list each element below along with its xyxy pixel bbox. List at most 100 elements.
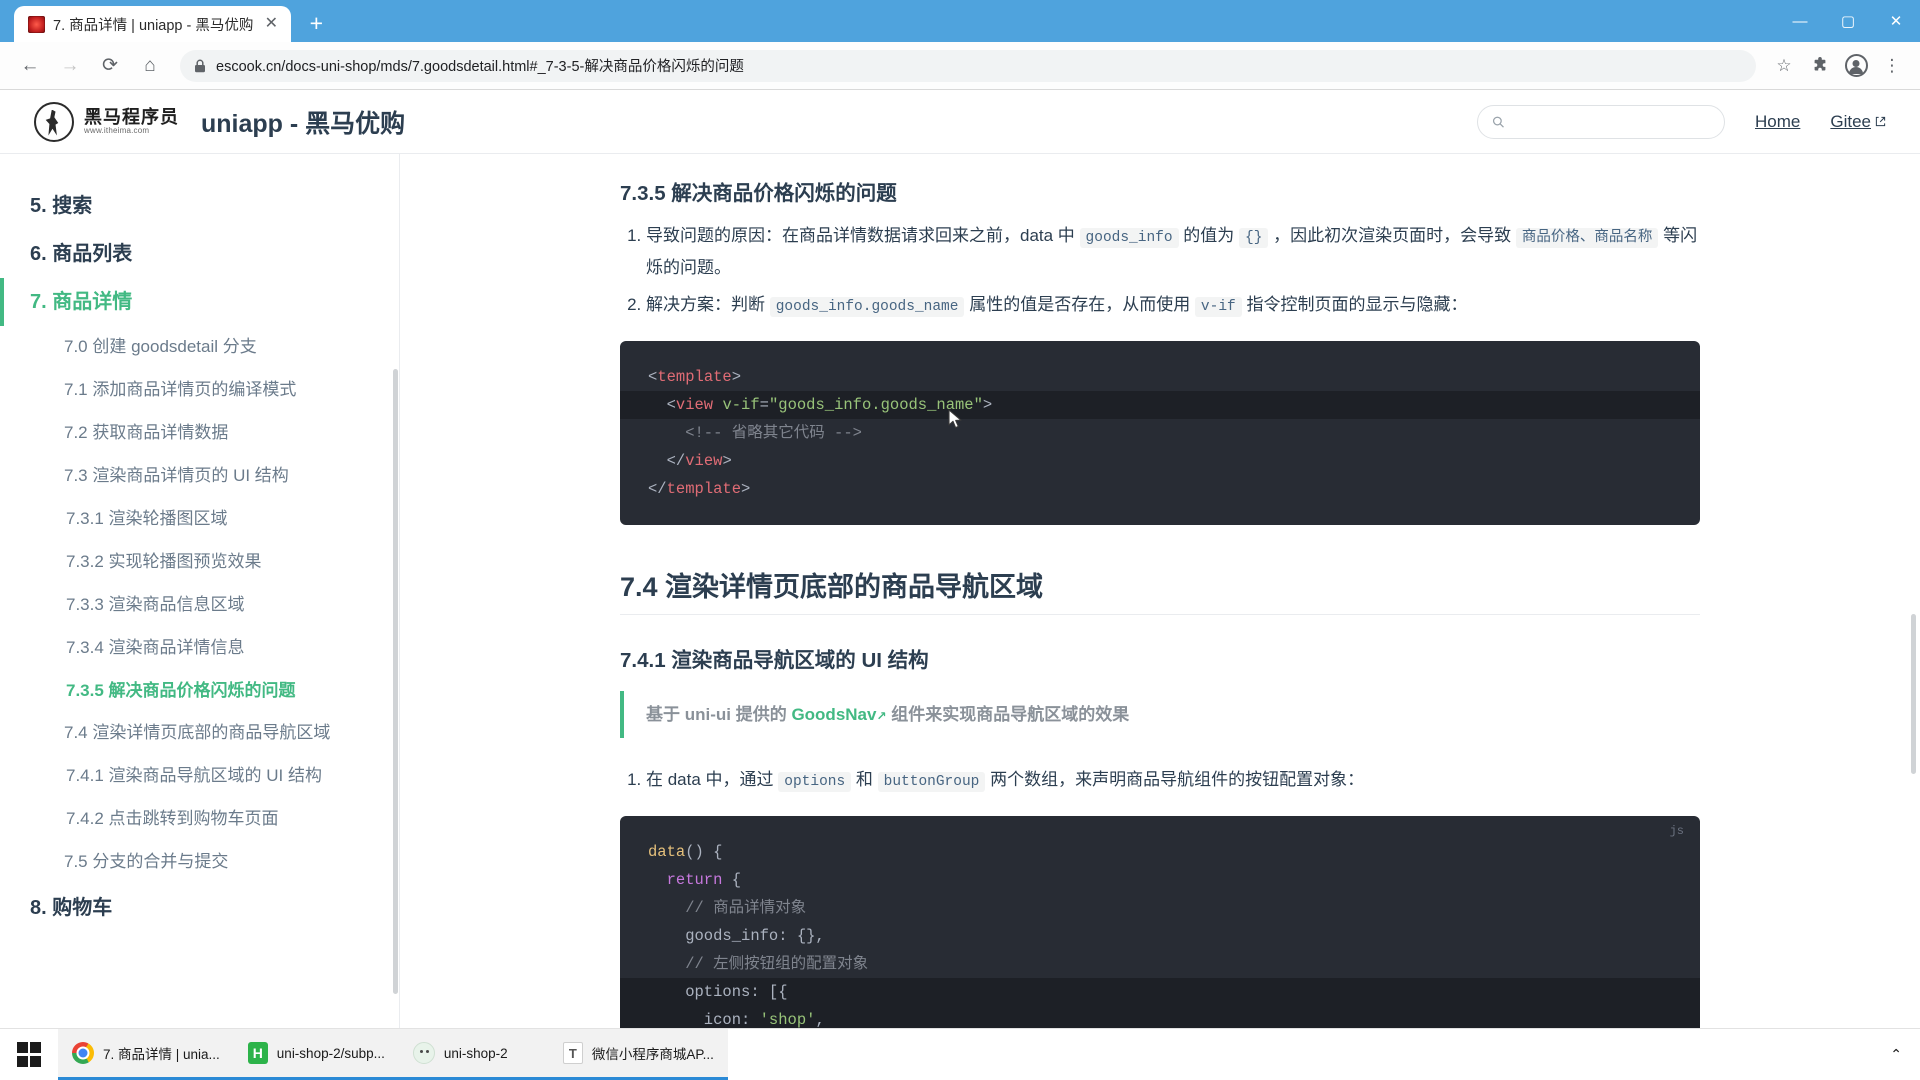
- browser-menu-icon[interactable]: ⋮: [1876, 50, 1908, 82]
- taskbar-label-wechat: uni-shop-2: [443, 1045, 508, 1061]
- address-bar[interactable]: escook.cn/docs-uni-shop/mds/7.goodsdetai…: [180, 49, 1756, 82]
- code-lang-label-js: js: [1669, 824, 1684, 839]
- code-token: </: [648, 480, 667, 499]
- code-token: // 商品详情对象: [648, 899, 807, 918]
- system-tray[interactable]: ⌃: [1890, 1029, 1920, 1080]
- tip-blockquote: 基于 uni-ui 提供的 GoodsNav↗ 组件来实现商品导航区域的效果: [620, 691, 1700, 739]
- sidebar-item-7-3-1[interactable]: 7.3.1 渲染轮播图区域: [0, 498, 399, 541]
- maximize-icon[interactable]: ▢: [1824, 0, 1872, 42]
- new-tab-button[interactable]: +: [301, 8, 331, 38]
- extensions-icon[interactable]: [1804, 50, 1836, 82]
- code-line: data() {: [620, 838, 1700, 866]
- code-line: <!-- 省略其它代码 -->: [620, 419, 1700, 447]
- taskbar-item-hbuilder[interactable]: H uni-shop-2/subp...: [233, 1029, 399, 1080]
- goodsnav-link[interactable]: GoodsNav↗: [791, 705, 886, 724]
- code-line: icon: 'shop',: [620, 1006, 1700, 1028]
- minimize-icon[interactable]: —: [1776, 0, 1824, 42]
- sidebar-item-7[interactable]: 7. 商品详情: [0, 278, 399, 326]
- itheima-logo-icon: [34, 101, 74, 142]
- main-content: 7.3.5 解决商品价格闪烁的问题 导致问题的原因：在商品详情数据请求回来之前，…: [400, 154, 1920, 1028]
- inline-code: 商品价格、商品名称: [1515, 228, 1659, 248]
- search-box[interactable]: [1477, 104, 1725, 139]
- nav-link-home[interactable]: Home: [1755, 112, 1800, 132]
- code-token: >: [741, 480, 751, 499]
- list-7-4-1: 在 data 中，通过 options 和 buttonGroup 两个数组，来…: [620, 764, 1700, 796]
- logo-text-cn: 黑马程序员: [84, 106, 179, 127]
- code-token: {: [722, 871, 742, 890]
- code-token: >: [722, 452, 732, 471]
- profile-avatar-icon[interactable]: [1840, 50, 1872, 82]
- windows-logo-icon: [16, 1042, 42, 1067]
- code-line: options: [{: [620, 978, 1700, 1007]
- content-scrollbar[interactable]: [1911, 614, 1916, 774]
- close-tab-icon[interactable]: ✕: [261, 16, 281, 32]
- list-item: 解决方案：判断 goods_info.goods_name 属性的值是否存在，从…: [646, 289, 1700, 321]
- external-link-icon: [1875, 116, 1886, 127]
- page-viewport: 黑马程序员 www.itheima.com uniapp - 黑马优购 Home…: [0, 90, 1920, 1028]
- forward-icon[interactable]: →: [52, 48, 88, 84]
- back-icon[interactable]: ←: [12, 48, 48, 84]
- taskbar-item-chrome[interactable]: 7. 商品详情 | unia...: [58, 1029, 234, 1080]
- chrome-icon: [72, 1042, 94, 1064]
- code-token: <!-- 省略其它代码 -->: [648, 424, 862, 443]
- taskbar-item-typora[interactable]: T 微信小程序商城AP...: [548, 1029, 728, 1080]
- taskbar-item-wechat-devtools[interactable]: uni-shop-2: [398, 1029, 549, 1080]
- site-logo[interactable]: 黑马程序员 www.itheima.com: [34, 101, 179, 142]
- nav-link-gitee[interactable]: Gitee: [1830, 112, 1886, 132]
- reload-icon[interactable]: ⟳: [92, 48, 128, 84]
- sidebar-item-7-3-5[interactable]: 7.3.5 解决商品价格闪烁的问题: [0, 670, 399, 713]
- sidebar-item-8[interactable]: 8. 购物车: [0, 884, 399, 932]
- sidebar-item-7-2[interactable]: 7.2 获取商品详情数据: [0, 412, 399, 455]
- sidebar-item-5[interactable]: 5. 搜索: [0, 182, 399, 230]
- header-nav: Home Gitee: [1477, 104, 1886, 139]
- sidebar-item-7-4-1[interactable]: 7.4.1 渲染商品导航区域的 UI 结构: [0, 755, 399, 798]
- tab-title: 7. 商品详情 | uniapp - 黑马优购: [53, 17, 254, 34]
- sidebar-item-7-5[interactable]: 7.5 分支的合并与提交: [0, 841, 399, 884]
- code-line: <template>: [620, 363, 1700, 391]
- close-window-icon[interactable]: ✕: [1872, 0, 1920, 42]
- code-token: v-if: [722, 396, 760, 415]
- sidebar-item-7-0[interactable]: 7.0 创建 goodsdetail 分支: [0, 326, 399, 369]
- external-link-icon: ↗: [876, 709, 887, 724]
- site-title: uniapp - 黑马优购: [201, 109, 406, 138]
- search-input[interactable]: [1512, 114, 1710, 129]
- browser-tab[interactable]: 7. 商品详情 | uniapp - 黑马优购 ✕: [14, 6, 292, 42]
- sidebar-item-7-4-2[interactable]: 7.4.2 点击跳转到购物车页面: [0, 798, 399, 841]
- bookmark-star-icon[interactable]: ☆: [1768, 50, 1800, 82]
- goodsnav-link-label: GoodsNav: [791, 705, 877, 725]
- code-line: goods_info: {},: [620, 922, 1700, 950]
- sidebar-item-7-1[interactable]: 7.1 添加商品详情页的编译模式: [0, 369, 399, 412]
- inline-code: buttonGroup: [877, 772, 986, 793]
- sidebar-item-6[interactable]: 6. 商品列表: [0, 230, 399, 278]
- sidebar-item-7-4[interactable]: 7.4 渲染详情页底部的商品导航区域: [0, 712, 399, 755]
- home-icon[interactable]: ⌂: [132, 48, 168, 84]
- code-token: icon:: [648, 1011, 760, 1028]
- code-token: view: [685, 452, 723, 471]
- sidebar-item-7-3-4[interactable]: 7.3.4 渲染商品详情信息: [0, 627, 399, 670]
- page-body: 5. 搜索 6. 商品列表 7. 商品详情 7.0 创建 goodsdetail…: [0, 154, 1920, 1028]
- code-token: >: [982, 396, 993, 415]
- code-block-js: js data() { return { // 商品详情对象 goods_inf…: [620, 816, 1700, 1028]
- sidebar-nav: 5. 搜索 6. 商品列表 7. 商品详情 7.0 创建 goodsdetail…: [0, 154, 400, 1028]
- list-7-3-5: 导致问题的原因：在商品详情数据请求回来之前，data 中 goods_info …: [620, 220, 1700, 321]
- heading-7-4-1: 7.4.1 渲染商品导航区域的 UI 结构: [620, 649, 929, 673]
- sidebar-item-7-3-3[interactable]: 7.3.3 渲染商品信息区域: [0, 584, 399, 627]
- code-token: <: [648, 396, 676, 415]
- sidebar-scrollbar[interactable]: [393, 369, 398, 994]
- inline-code: options: [778, 772, 852, 793]
- heading-7-3-5: 7.3.5 解决商品价格闪烁的问题: [620, 182, 897, 205]
- site-header: 黑马程序员 www.itheima.com uniapp - 黑马优购 Home…: [0, 90, 1920, 154]
- start-button[interactable]: [0, 1029, 58, 1080]
- code-line: </view>: [620, 447, 1700, 475]
- tray-caret-icon[interactable]: ⌃: [1890, 1046, 1902, 1063]
- code-line: // 左侧按钮组的配置对象: [620, 950, 1700, 978]
- windows-taskbar: 7. 商品详情 | unia... H uni-shop-2/subp... u…: [0, 1028, 1920, 1080]
- code-token: return: [648, 871, 723, 890]
- sidebar-item-7-3-2[interactable]: 7.3.2 实现轮播图预览效果: [0, 541, 399, 584]
- list-item: 在 data 中，通过 options 和 buttonGroup 两个数组，来…: [646, 764, 1700, 796]
- code-token: goods_info: {},: [648, 927, 825, 946]
- browser-toolbar: ← → ⟳ ⌂ escook.cn/docs-uni-shop/mds/7.go…: [0, 42, 1920, 90]
- tip-text-after: 组件来实现商品导航区域的效果: [886, 705, 1130, 725]
- code-token: // 左侧按钮组的配置对象: [648, 955, 869, 974]
- sidebar-item-7-3[interactable]: 7.3 渲染商品详情页的 UI 结构: [0, 455, 399, 498]
